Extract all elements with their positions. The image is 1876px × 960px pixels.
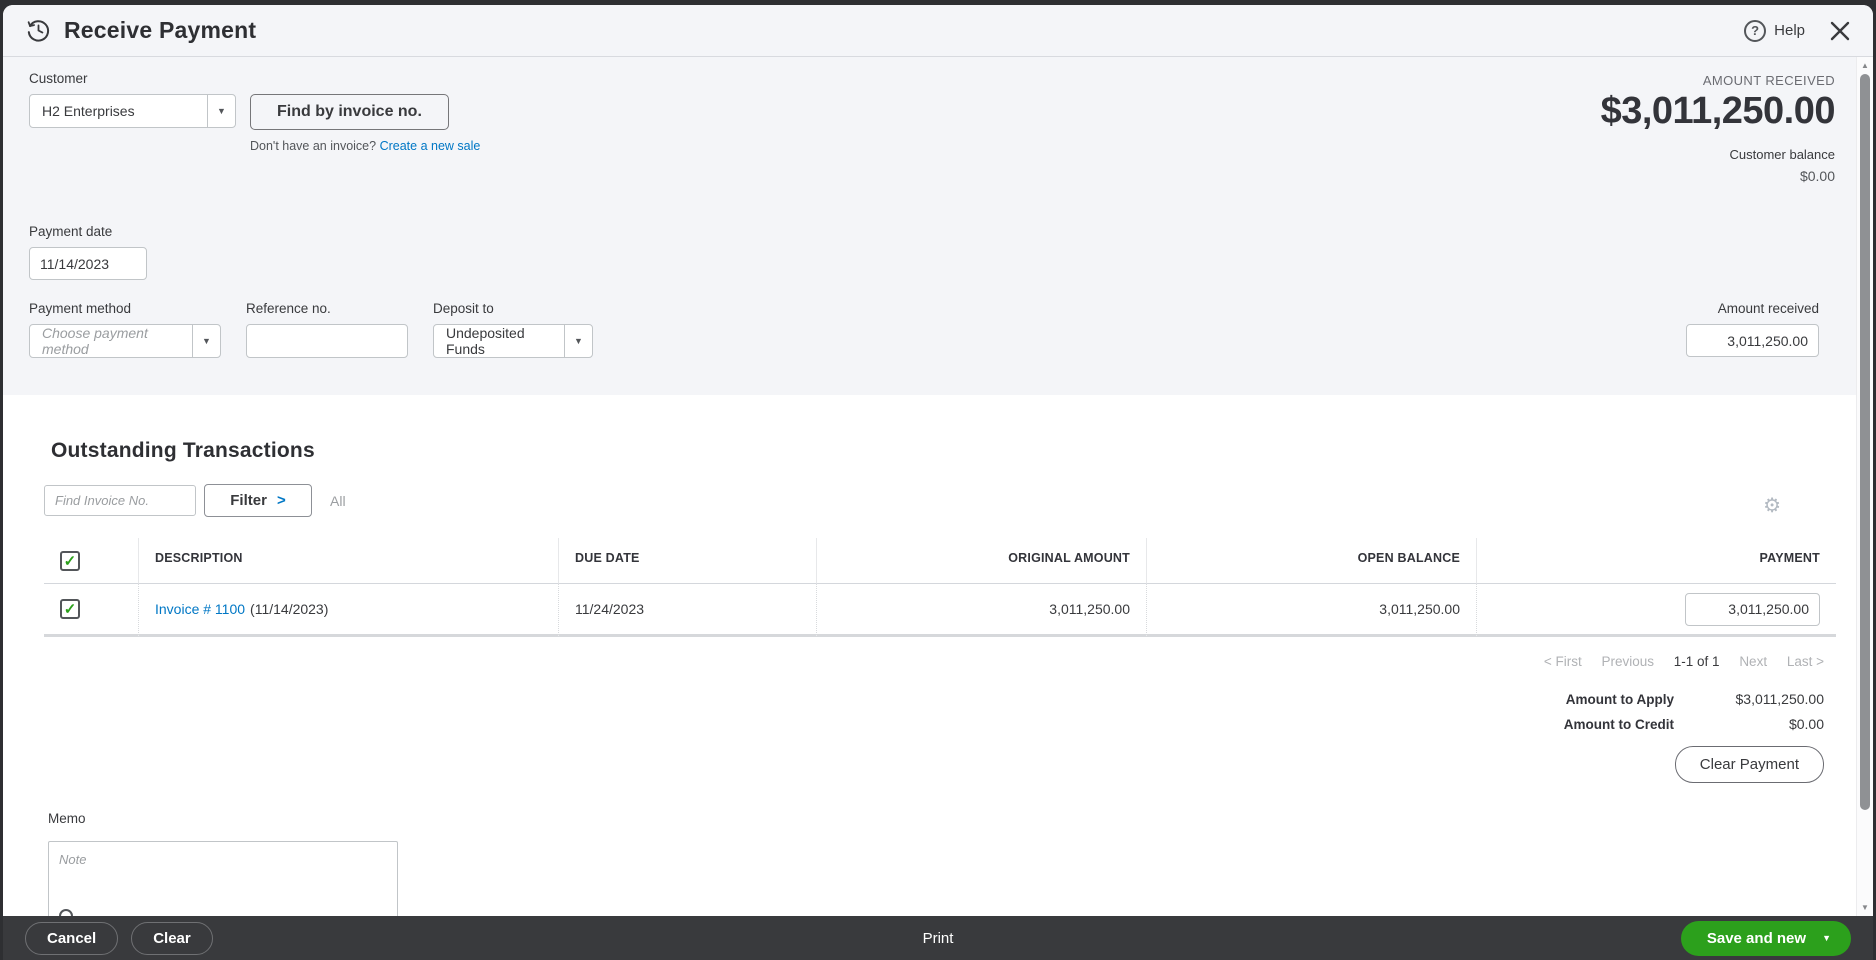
table-row-payment-cell — [1477, 584, 1836, 637]
filter-label: Filter — [230, 492, 267, 509]
help-button[interactable]: ? Help — [1744, 19, 1805, 42]
payment-date-input[interactable] — [29, 247, 147, 280]
chevron-down-icon[interactable]: ▼ — [1822, 933, 1831, 943]
find-invoice-group: Find by invoice no. Don't have an invoic… — [250, 71, 480, 184]
column-header-original-amount: ORIGINAL AMOUNT — [817, 538, 1147, 584]
scroll-up-icon[interactable]: ▲ — [1857, 61, 1873, 70]
vertical-scrollbar[interactable]: ▲ ▼ — [1856, 57, 1873, 916]
column-header-due-date: DUE DATE — [559, 538, 817, 584]
chevron-right-icon: > — [276, 492, 286, 509]
scroll-down-icon[interactable]: ▼ — [1857, 903, 1873, 912]
pagination-range: 1-1 of 1 — [1673, 654, 1720, 669]
deposit-to-label: Deposit to — [433, 301, 494, 316]
table-row-original-amount: 3,011,250.00 — [817, 584, 1147, 637]
filter-status: All — [330, 492, 346, 509]
table-row-description: Invoice # 1100 (11/14/2023) — [139, 584, 559, 637]
pagination-next[interactable]: Next — [1739, 654, 1767, 669]
customer-balance-value: $0.00 — [1799, 168, 1835, 184]
amount-to-credit-value: $0.00 — [1788, 716, 1824, 732]
chevron-down-icon[interactable]: ▼ — [564, 325, 592, 357]
payment-method-group: Payment method Choose payment method ▼ — [29, 301, 221, 358]
column-header-open-balance: OPEN BALANCE — [1147, 538, 1477, 584]
no-invoice-text: Don't have an invoice? — [250, 139, 377, 153]
row-checkbox[interactable]: ✓ — [60, 599, 80, 619]
reference-group: Reference no. — [246, 301, 408, 358]
attachment-icon — [59, 909, 73, 916]
receive-payment-modal: Receive Payment ? Help ▲ ▼ Customer H2 E… — [3, 5, 1873, 960]
payment-date-group: Payment date — [29, 224, 1835, 280]
payment-method-placeholder: Choose payment method — [42, 325, 148, 357]
select-all-checkbox[interactable]: ✓ — [60, 551, 80, 571]
save-and-new-button[interactable]: Save and new ▼ — [1680, 920, 1851, 956]
table-row-open-balance: 3,011,250.00 — [1147, 584, 1477, 637]
memo-textarea[interactable] — [48, 841, 398, 916]
modal-header: Receive Payment ? Help — [3, 5, 1873, 57]
page-title: Receive Payment — [64, 17, 257, 43]
amount-received-value: $3,011,250.00 — [1600, 90, 1836, 132]
memo-label: Memo — [48, 811, 86, 826]
amount-received-label: AMOUNT RECEIVED — [1702, 73, 1835, 88]
reference-label: Reference no. — [246, 301, 331, 316]
clear-payment-button[interactable]: Clear Payment — [1674, 746, 1824, 783]
footer-bar: Cancel Clear Print Save and new ▼ — [3, 916, 1873, 960]
table-row-checkbox-cell: ✓ — [44, 584, 139, 637]
payment-amount-input[interactable] — [1685, 592, 1820, 626]
customer-balance-label: Customer balance — [1729, 147, 1836, 162]
payment-method-select[interactable]: Choose payment method ▼ — [29, 324, 221, 358]
help-icon: ? — [1744, 19, 1767, 42]
close-icon[interactable] — [1829, 20, 1851, 42]
amount-received-input-label: Amount received — [1717, 301, 1819, 316]
totals-block: Amount to Apply $3,011,250.00 Amount to … — [44, 691, 1836, 732]
column-header-description: DESCRIPTION — [139, 538, 559, 584]
deposit-to-value: Undeposited Funds — [446, 325, 525, 357]
amount-to-credit-label: Amount to Credit — [1563, 716, 1674, 732]
pagination-last[interactable]: Last > — [1787, 654, 1824, 669]
payment-date-label: Payment date — [29, 224, 113, 239]
amount-received-summary: AMOUNT RECEIVED $3,011,250.00 Customer b… — [1600, 71, 1836, 184]
cancel-button[interactable]: Cancel — [25, 921, 119, 955]
select-all-header: ✓ — [44, 538, 139, 584]
create-new-sale-link[interactable]: Create a new sale — [380, 139, 481, 153]
chevron-down-icon[interactable]: ▼ — [207, 95, 235, 127]
history-icon[interactable] — [25, 17, 52, 44]
invoice-link[interactable]: Invoice # 1100 — [155, 601, 245, 617]
deposit-to-group: Deposit to Undeposited Funds ▼ — [433, 301, 593, 358]
outstanding-transactions-section: Outstanding Transactions Filter > All ⚙ … — [3, 439, 1856, 916]
pagination: < First Previous 1-1 of 1 Next Last > — [44, 654, 1836, 669]
transactions-table: ✓ DESCRIPTION DUE DATE ORIGINAL AMOUNT O… — [44, 538, 1836, 637]
clear-button[interactable]: Clear — [131, 921, 213, 955]
customer-value: H2 Enterprises — [42, 103, 135, 119]
section-title: Outstanding Transactions — [51, 439, 315, 462]
amount-received-input[interactable] — [1686, 324, 1819, 357]
print-button[interactable]: Print — [923, 930, 954, 947]
save-and-new-label: Save and new — [1706, 929, 1807, 947]
find-by-invoice-button[interactable]: Find by invoice no. — [250, 94, 449, 130]
help-label: Help — [1774, 22, 1805, 39]
reference-input[interactable] — [246, 324, 408, 358]
payment-method-label: Payment method — [29, 301, 132, 316]
deposit-to-select[interactable]: Undeposited Funds ▼ — [433, 324, 593, 358]
payment-form-section: Customer H2 Enterprises ▼ Find by invoic… — [3, 57, 1856, 395]
gear-icon[interactable]: ⚙ — [1763, 493, 1781, 518]
filter-button[interactable]: Filter > — [204, 484, 312, 517]
chevron-down-icon[interactable]: ▼ — [192, 325, 220, 357]
customer-select[interactable]: H2 Enterprises ▼ — [29, 94, 236, 128]
amount-to-apply-label: Amount to Apply — [1565, 691, 1674, 707]
amount-received-input-group: Amount received — [1686, 301, 1819, 357]
customer-group: Customer H2 Enterprises ▼ — [29, 71, 236, 184]
invoice-date: (11/14/2023) — [250, 601, 329, 617]
find-invoice-input[interactable] — [44, 485, 196, 516]
pagination-previous[interactable]: Previous — [1601, 654, 1654, 669]
customer-label: Customer — [29, 71, 88, 86]
memo-group: Memo — [48, 811, 1836, 916]
pagination-first[interactable]: < First — [1544, 654, 1582, 669]
column-header-payment: PAYMENT — [1477, 538, 1836, 584]
amount-to-apply-value: $3,011,250.00 — [1735, 691, 1825, 707]
table-row-due-date: 11/24/2023 — [559, 584, 817, 637]
modal-body: ▲ ▼ Customer H2 Enterprises ▼ Find by in… — [3, 57, 1873, 916]
scrollbar-thumb[interactable] — [1860, 74, 1870, 810]
